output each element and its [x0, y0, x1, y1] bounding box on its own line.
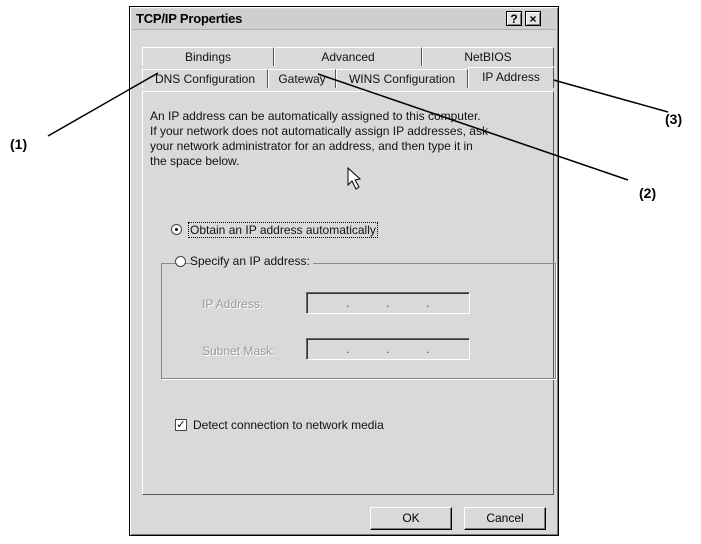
- callout-line-2: [317, 73, 629, 181]
- callout-lines: [47, 71, 669, 181]
- callout-1: (1): [10, 136, 28, 152]
- callout-3: (3): [665, 111, 683, 127]
- callout-2: (2): [639, 185, 657, 201]
- callout-line-1: [47, 72, 159, 137]
- tab-ip-address[interactable]: IP Address: [468, 67, 554, 88]
